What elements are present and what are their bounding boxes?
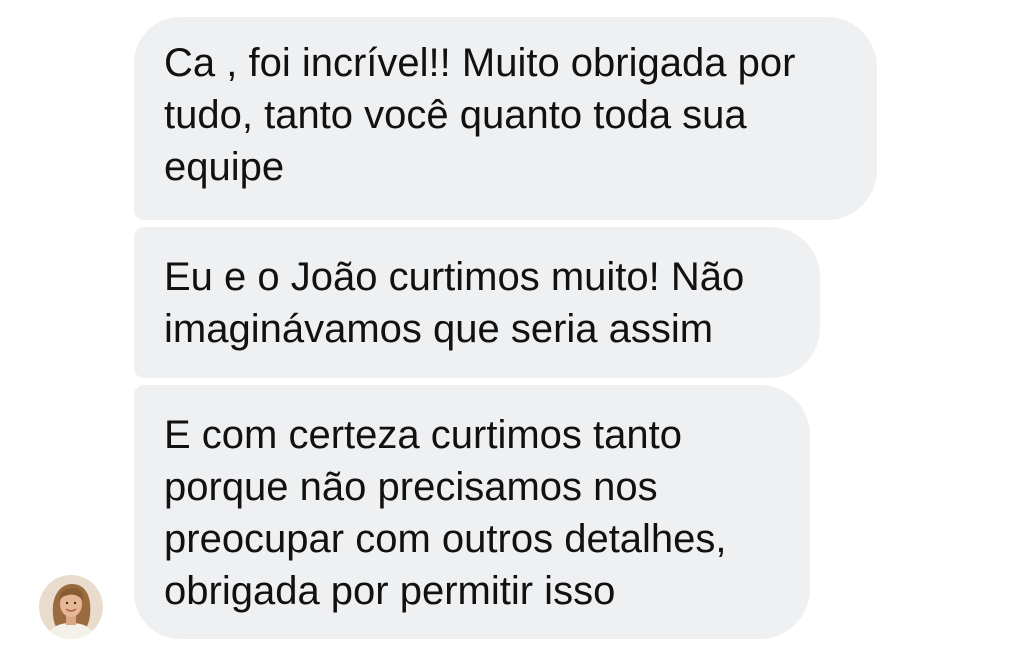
user-photo-avatar-icon xyxy=(39,575,103,639)
message-text-line: imaginávamos que seria assim xyxy=(164,307,714,351)
message-text-line: obrigada por permitir isso xyxy=(164,569,616,613)
message-text-line: Ca , foi incrível!! Muito obrigada por xyxy=(164,41,796,85)
message-text-line: Eu e o João curtimos muito! Não xyxy=(164,255,745,299)
message-bubble[interactable]: E com certeza curtimos tanto porque não … xyxy=(134,385,810,639)
message-bubble[interactable]: Eu e o João curtimos muito! Não imagináv… xyxy=(134,227,820,378)
sender-avatar[interactable] xyxy=(39,575,103,639)
message-text-line: preocupar com outros detalhes, xyxy=(164,517,727,561)
message-text-line: equipe xyxy=(164,145,285,189)
message-bubble[interactable]: Ca , foi incrível!! Muito obrigada por t… xyxy=(134,17,877,220)
message-text-line: tudo, tanto você quanto toda sua xyxy=(164,93,747,137)
message-text-line: E com certeza curtimos tanto xyxy=(164,413,682,457)
message-text-line: porque não precisamos nos xyxy=(164,465,658,509)
